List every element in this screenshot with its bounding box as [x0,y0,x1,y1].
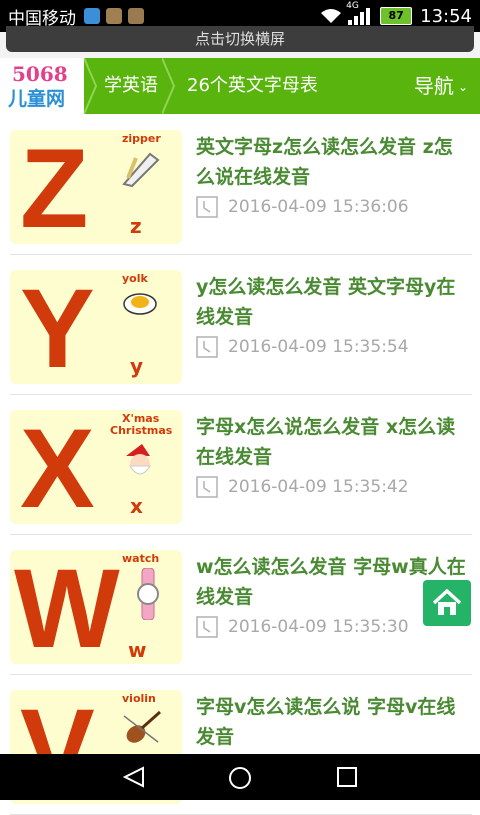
landscape-bar: 点击切换横屏 [0,26,480,58]
breadcrumb-separator-icon [84,58,98,114]
violin-icon [123,710,161,743]
back-to-home-button[interactable] [423,580,471,626]
thumbnail-word: yolk [122,272,148,285]
article-date: 2016-04-09 15:35:54 [228,337,409,357]
article-date: 2016-04-09 15:36:06 [228,197,409,217]
clock-icon [196,196,218,218]
article-title[interactable]: 英文字母z怎么读怎么发音 z怎么说在线发音 [196,132,470,192]
article-thumbnail[interactable]: W watch w [10,550,182,664]
article-thumbnail[interactable]: Y yolk y [10,270,182,384]
article-date: 2016-04-09 15:35:42 [228,477,409,497]
article-thumbnail[interactable]: Z zipper z [10,130,182,244]
back-triangle-icon[interactable] [122,766,146,788]
thumbnail-small-letter: x [130,494,143,518]
site-logo[interactable]: 5068 儿童网 [0,58,84,114]
thumbnail-word: zipper [122,132,161,145]
clock-time: 13:54 [420,5,472,27]
list-item[interactable]: Y yolk y y怎么读怎么发音 英文字母y在线发音 2016-04-09 1… [10,254,472,395]
egg-yolk-icon [123,293,157,315]
home-circle-icon[interactable] [228,766,252,790]
watch-icon [137,568,159,620]
thumbnail-small-letter: w [128,638,147,662]
clock-icon [196,476,218,498]
thumbnail-small-letter: z [130,214,142,238]
home-icon [432,589,462,615]
carrier-label: 中国移动 [8,8,76,29]
article-title[interactable]: 字母x怎么说怎么发音 x怎么读在线发音 [196,412,470,472]
thumbnail-small-letter: y [130,354,144,378]
thumbnail-letter: Z [20,130,89,244]
breadcrumb-separator-icon [162,58,176,114]
notification-image-icon [128,8,144,24]
recents-square-icon[interactable] [336,766,358,788]
santa-icon [126,444,151,475]
nav-menu-button[interactable]: 导航 ⌄ [414,58,468,114]
article-meta: 2016-04-09 15:36:06 [196,196,409,218]
article-title[interactable]: y怎么读怎么发音 英文字母y在线发音 [196,272,470,332]
system-navigation-bar [0,754,480,800]
article-meta: 2016-04-09 15:35:54 [196,336,409,358]
article-meta: 2016-04-09 15:35:42 [196,476,409,498]
article-meta: 2016-04-09 15:35:30 [196,616,409,638]
wifi-icon [321,9,342,23]
logo-number: 5068 [12,62,68,86]
zipper-icon [122,152,160,188]
site-header: 5068 儿童网 学英语 26个英文字母表 导航 ⌄ [0,58,480,114]
logo-text: 儿童网 [8,88,66,110]
article-title[interactable]: 字母v怎么读怎么说 字母v在线发音 [196,692,470,752]
thumbnail-word: violin [122,692,156,705]
clock-icon [196,616,218,638]
thumbnail-letter: W [14,550,120,664]
breadcrumb-item[interactable]: 26个英文字母表 [187,58,318,114]
thumbnail-letter: Y [20,270,95,384]
article-date: 2016-04-09 15:35:30 [228,617,409,637]
notification-app-icon [84,8,100,24]
switch-landscape-button[interactable]: 点击切换横屏 [6,26,474,52]
thumbnail-word: watch [122,552,160,565]
notification-app-icon [106,8,122,24]
chevron-down-icon: ⌄ [457,80,468,94]
nav-menu-label: 导航 [413,74,454,98]
article-thumbnail[interactable]: X X'mas Christmas x [10,410,182,524]
network-type: 4G [346,1,359,11]
breadcrumb-item[interactable]: 学英语 [104,58,158,114]
thumbnail-letter: X [20,410,95,524]
thumbnail-word: Christmas [110,424,173,437]
list-item[interactable]: W watch w w怎么读怎么发音 字母w真人在线发音 2016-04-09 … [10,534,472,675]
signal-icon: 4G [346,1,372,25]
clock-icon [196,336,218,358]
battery-icon: 87 [380,7,413,25]
list-item[interactable]: Z zipper z 英文字母z怎么读怎么发音 z怎么说在线发音 2016-04… [10,114,472,255]
list-item[interactable]: X X'mas Christmas x 字母x怎么说怎么发音 x怎么读在线发音 … [10,394,472,535]
